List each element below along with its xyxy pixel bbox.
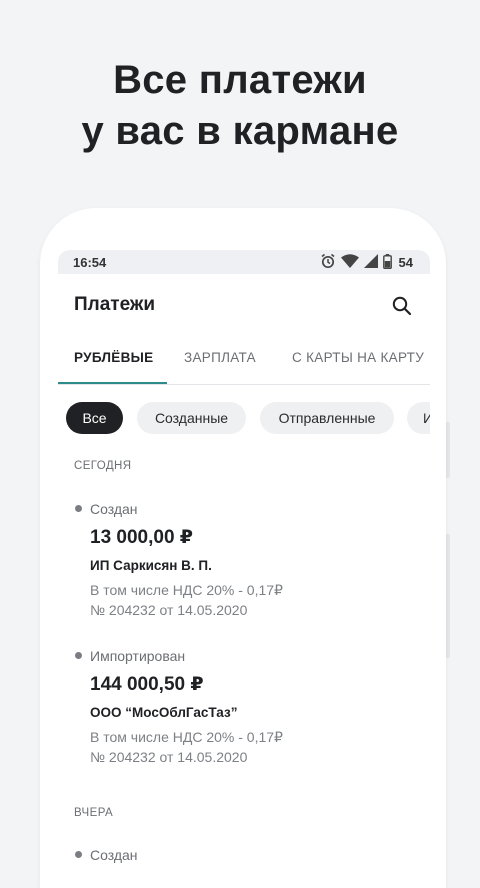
wifi-icon <box>340 254 359 271</box>
status-dot <box>75 652 82 659</box>
payment-payee: ООО “МосОблГасТаз” <box>90 705 238 720</box>
payment-status-label: Создан <box>90 847 138 863</box>
chip-more[interactable]: И <box>407 402 430 434</box>
tab-card-to-card[interactable]: С КАРТЫ НА КАРТУ <box>292 350 424 365</box>
payment-status: Создан <box>74 846 414 864</box>
payment-status-label: Создан <box>90 501 138 517</box>
payment-amount: 144 000,50 ₽ <box>90 674 204 695</box>
page-title: Платежи <box>74 294 156 315</box>
search-button[interactable] <box>390 294 414 318</box>
search-icon <box>392 296 412 316</box>
tab-salary[interactable]: ЗАРПЛАТА <box>184 350 256 365</box>
payment-status-label: Импортирован <box>90 648 186 664</box>
section-today: СЕГОДНЯ <box>74 460 132 472</box>
payment-vat: В том числе НДС 20% - 0,17₽ <box>90 582 283 598</box>
alarm-icon <box>320 253 336 272</box>
battery-icon <box>382 253 392 272</box>
payment-payee: ИП Саркисян В. П. <box>90 558 212 573</box>
signal-icon <box>363 254 378 271</box>
payment-doc: № 204232 от 14.05.2020 <box>90 749 248 765</box>
status-time: 16:54 <box>73 255 107 270</box>
payment-doc: № 204232 от 14.05.2020 <box>90 602 248 618</box>
tab-rubles[interactable]: РУБЛЁВЫЕ <box>74 350 153 365</box>
payment-item[interactable]: Создан <box>74 846 414 864</box>
promo-line-1: Все платежи <box>113 58 367 102</box>
promo-line-2: у вас в кармане <box>81 109 399 153</box>
filter-chips: Все Созданные Отправленные И <box>66 402 430 434</box>
tab-bar: РУБЛЁВЫЕ ЗАРПЛАТА С КАРТЫ НА КАРТУ <box>58 348 430 385</box>
tab-indicator <box>58 382 167 384</box>
chip-created[interactable]: Созданные <box>137 402 246 434</box>
chip-sent[interactable]: Отправленные <box>260 402 394 434</box>
payment-status: Создан <box>74 500 414 518</box>
chip-all[interactable]: Все <box>66 402 123 434</box>
app-screen: 16:54 54 Платежи РУБЛЁВЫЕ ЗАРПЛАТА С КАР… <box>58 250 430 888</box>
payment-item[interactable]: Создан 13 000,00 ₽ ИП Саркисян В. П. В т… <box>74 500 414 620</box>
promo-headline: Все платежи у вас в кармане <box>0 55 480 157</box>
section-yesterday: ВЧЕРА <box>74 807 114 819</box>
status-dot <box>75 505 82 512</box>
status-dot <box>75 851 82 858</box>
status-icons: 54 <box>320 253 413 272</box>
status-bar: 16:54 54 <box>58 250 430 274</box>
payment-status: Импортирован <box>74 647 414 665</box>
battery-level: 54 <box>398 255 413 270</box>
payment-amount: 13 000,00 ₽ <box>90 527 194 548</box>
payment-item[interactable]: Импортирован 144 000,50 ₽ ООО “МосОблГас… <box>74 647 414 767</box>
payment-vat: В том числе НДС 20% - 0,17₽ <box>90 729 283 745</box>
phone-frame: 16:54 54 Платежи РУБЛЁВЫЕ ЗАРПЛАТА С КАР… <box>40 208 446 888</box>
